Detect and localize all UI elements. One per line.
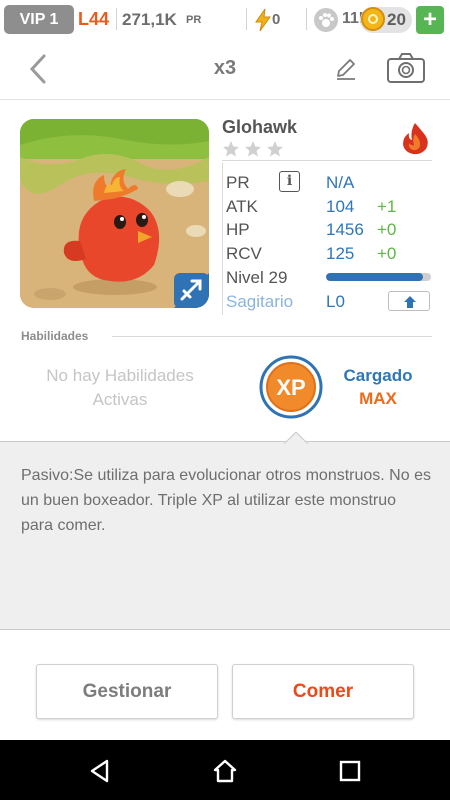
add-gems-button[interactable]: + <box>416 6 444 34</box>
triangle-back-icon[interactable] <box>87 758 113 784</box>
pointer-arrow <box>284 432 308 444</box>
info-icon[interactable]: i <box>279 171 300 192</box>
arrow-up-icon <box>404 296 416 308</box>
stat-value-pr: N/A <box>326 173 355 192</box>
divider <box>112 336 432 337</box>
charged-value: MAX <box>359 389 397 408</box>
energy-value: 0 <box>272 11 281 28</box>
coin-icon <box>361 7 385 31</box>
system-nav-bar <box>0 740 450 800</box>
stat-value-hp: 1456 <box>326 220 364 239</box>
gems-value: 20 <box>387 10 406 29</box>
stat-bonus-atk: +1 <box>377 197 397 216</box>
description-text: Pasivo:Se utiliza para evolucionar otros… <box>21 467 431 534</box>
paw-icon <box>314 8 338 32</box>
star-rating <box>223 141 283 157</box>
archer-icon <box>174 273 209 308</box>
divider <box>116 8 117 30</box>
camera-icon[interactable] <box>386 52 426 84</box>
stat-bonus-hp: +0 <box>377 220 397 239</box>
vip-badge[interactable]: VIP 1 <box>4 5 74 34</box>
level-label: Nivel 29 <box>226 268 288 287</box>
chevron-left-icon[interactable] <box>22 52 56 86</box>
upgrade-sign-button[interactable] <box>388 291 430 311</box>
stat-value-atk: 104 <box>326 197 355 216</box>
player-level: L44 <box>78 9 110 29</box>
divider <box>222 163 223 315</box>
sign-level: L0 <box>326 292 345 311</box>
skills-title: Habilidades <box>21 329 89 343</box>
stat-label-pr: PR <box>226 173 250 192</box>
level-progress-fill <box>326 273 423 281</box>
charged-label: Cargado <box>343 366 413 385</box>
currency-bar: VIP 1 L44 271,1K PR 0 11K 20 + <box>0 0 450 40</box>
level-progress-bar <box>326 273 431 281</box>
stat-value-rcv: 125 <box>326 244 355 263</box>
monster-count: x3 <box>213 57 237 79</box>
xp-skill-icon[interactable]: XP <box>259 355 323 419</box>
divider <box>306 8 307 30</box>
stat-label-hp: HP <box>226 220 250 239</box>
eat-button[interactable]: Comer <box>232 664 414 719</box>
no-skills-line1: No hay Habilidades <box>46 366 194 385</box>
energy-icon <box>255 8 271 32</box>
divider <box>246 8 247 30</box>
fire-icon <box>403 123 428 155</box>
divider <box>222 160 432 161</box>
xp-label: XP <box>276 375 305 400</box>
page-header: x3 <box>0 40 450 100</box>
monster-name: Glohawk <box>222 117 298 137</box>
stat-bonus-rcv: +0 <box>377 244 397 263</box>
stat-label-atk: ATK <box>226 197 258 216</box>
no-skills-line2: Activas <box>92 390 148 409</box>
no-skills-text: No hay Habilidades Activas <box>10 364 230 412</box>
square-recents-icon[interactable] <box>337 758 363 784</box>
stat-label-rcv: RCV <box>226 244 262 263</box>
zodiac-sign[interactable]: Sagitario <box>226 292 293 312</box>
power-unit: PR <box>186 14 202 26</box>
pencil-icon[interactable] <box>333 56 359 82</box>
power-value: 271,1K <box>122 10 177 29</box>
manage-button[interactable]: Gestionar <box>36 664 218 719</box>
home-icon[interactable] <box>212 758 238 784</box>
